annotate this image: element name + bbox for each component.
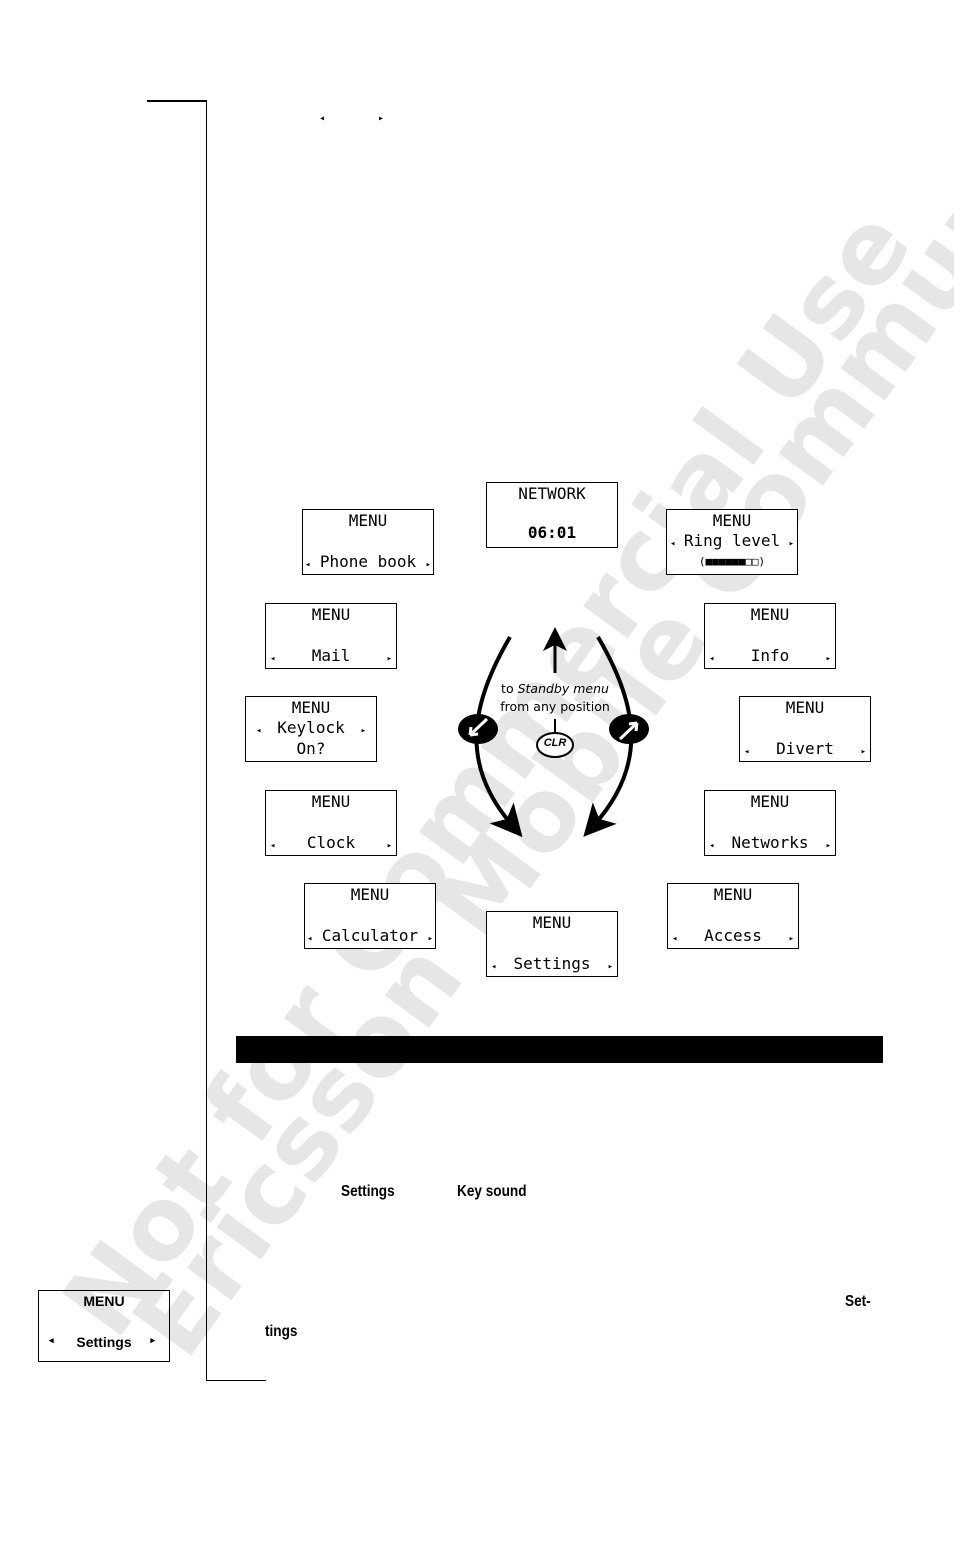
lcd-menu-clock: MENU ◂ Clock ▸ — [265, 790, 397, 856]
scroll-right-icon: ▸ — [825, 654, 831, 664]
lcd-menu-divert: MENU ◂ Divert ▸ — [739, 696, 871, 762]
lcd-menu-keylock: MENU ◂ Keylock ▸ On? — [245, 696, 377, 762]
menu-reference-settings-hyphen-start: Set- — [845, 1293, 871, 1310]
lcd-menu-networks: MENU ◂ Networks ▸ — [704, 790, 836, 856]
section-heading-bar — [236, 1036, 883, 1063]
menu-item-label: Phone book — [319, 552, 417, 571]
scroll-right-icon: ▸ — [788, 539, 794, 549]
scroll-right-icon: ▸ — [607, 962, 613, 972]
menu-item-label: Settings — [513, 954, 591, 973]
menu-item-label: Clock — [306, 833, 356, 852]
menu-title: MENU — [291, 698, 331, 717]
menu-item-label: Info — [750, 646, 790, 665]
menu-title: MENU — [713, 885, 753, 904]
menu-item-label: Keylock — [277, 718, 345, 737]
menu-item-label: Calculator — [321, 926, 419, 945]
scroll-right-icon: ▸ — [427, 934, 433, 944]
sidebar-lcd-settings: MENU ◂ Settings ▸ — [38, 1290, 170, 1362]
menu-title: MENU — [348, 511, 388, 530]
lcd-menu-mail: MENU ◂ Mail ▸ — [265, 603, 397, 669]
scroll-right-icon: ▸ — [386, 654, 392, 664]
menu-item-label: Ring level — [683, 531, 781, 550]
menu-item-label: Networks — [731, 833, 809, 852]
menu-title: MENU — [350, 885, 390, 904]
scroll-right-icon: ▸ — [360, 726, 366, 736]
network-name: NETWORK — [518, 484, 586, 503]
scroll-right-icon: ▸ — [425, 560, 431, 570]
sidebar-menu-title: MENU — [83, 1293, 125, 1309]
lcd-menu-phone-book: MENU ◂ Phone book ▸ — [302, 509, 434, 575]
menu-item-label: Mail — [311, 646, 351, 665]
ring-level-indicator: (■■■■■■□□) — [698, 555, 766, 568]
menu-title: MENU — [785, 698, 825, 717]
margin-rule-top — [147, 100, 207, 102]
menu-item-prompt: On? — [296, 739, 326, 758]
scroll-right-icon: ▸ — [860, 747, 866, 757]
margin-rule-vertical — [205, 100, 207, 1381]
menu-title: MENU — [750, 605, 790, 624]
menu-title: MENU — [712, 511, 752, 530]
standby-caption: to Standby menu from any position — [485, 680, 625, 716]
left-key-icon — [458, 714, 498, 744]
menu-reference-settings: Settings — [341, 1183, 395, 1200]
menu-title: MENU — [750, 792, 790, 811]
caption-standby-menu: Standby menu — [517, 681, 609, 696]
caption-prefix: to — [501, 681, 518, 696]
menu-title: MENU — [532, 913, 572, 932]
caption-line2: from any position — [500, 699, 610, 714]
menu-reference-key-sound: Key sound — [457, 1183, 527, 1200]
scroll-right-icon: ▸ — [150, 1335, 155, 1345]
right-key-icon — [609, 714, 649, 744]
lcd-menu-access: MENU ◂ Access ▸ — [667, 883, 799, 949]
left-arrow-key-icon: ◂ — [319, 113, 326, 124]
menu-reference-settings-hyphen-end: tings — [265, 1323, 298, 1340]
menu-title: MENU — [311, 605, 351, 624]
menu-title: MENU — [311, 792, 351, 811]
lcd-menu-ring-level: MENU ◂ Ring level ▸ (■■■■■■□□) — [666, 509, 798, 575]
menu-item-label: Divert — [776, 739, 834, 758]
right-arrow-key-icon: ▸ — [378, 113, 385, 124]
margin-rule-bottom — [205, 1379, 266, 1381]
lcd-menu-calculator: MENU ◂ Calculator ▸ — [304, 883, 436, 949]
clock-time: 06:01 — [527, 523, 577, 542]
lcd-menu-settings: MENU ◂ Settings ▸ — [486, 911, 618, 977]
scroll-right-icon: ▸ — [788, 934, 794, 944]
clr-key-label: CLR — [543, 737, 567, 749]
navigation-arrows-diagram — [458, 627, 649, 838]
lcd-standby-screen: NETWORK 06:01 — [486, 482, 618, 548]
lcd-menu-info: MENU ◂ Info ▸ — [704, 603, 836, 669]
scroll-right-icon: ▸ — [825, 841, 831, 851]
menu-item-label: Access — [704, 926, 762, 945]
scroll-right-icon: ▸ — [386, 841, 392, 851]
